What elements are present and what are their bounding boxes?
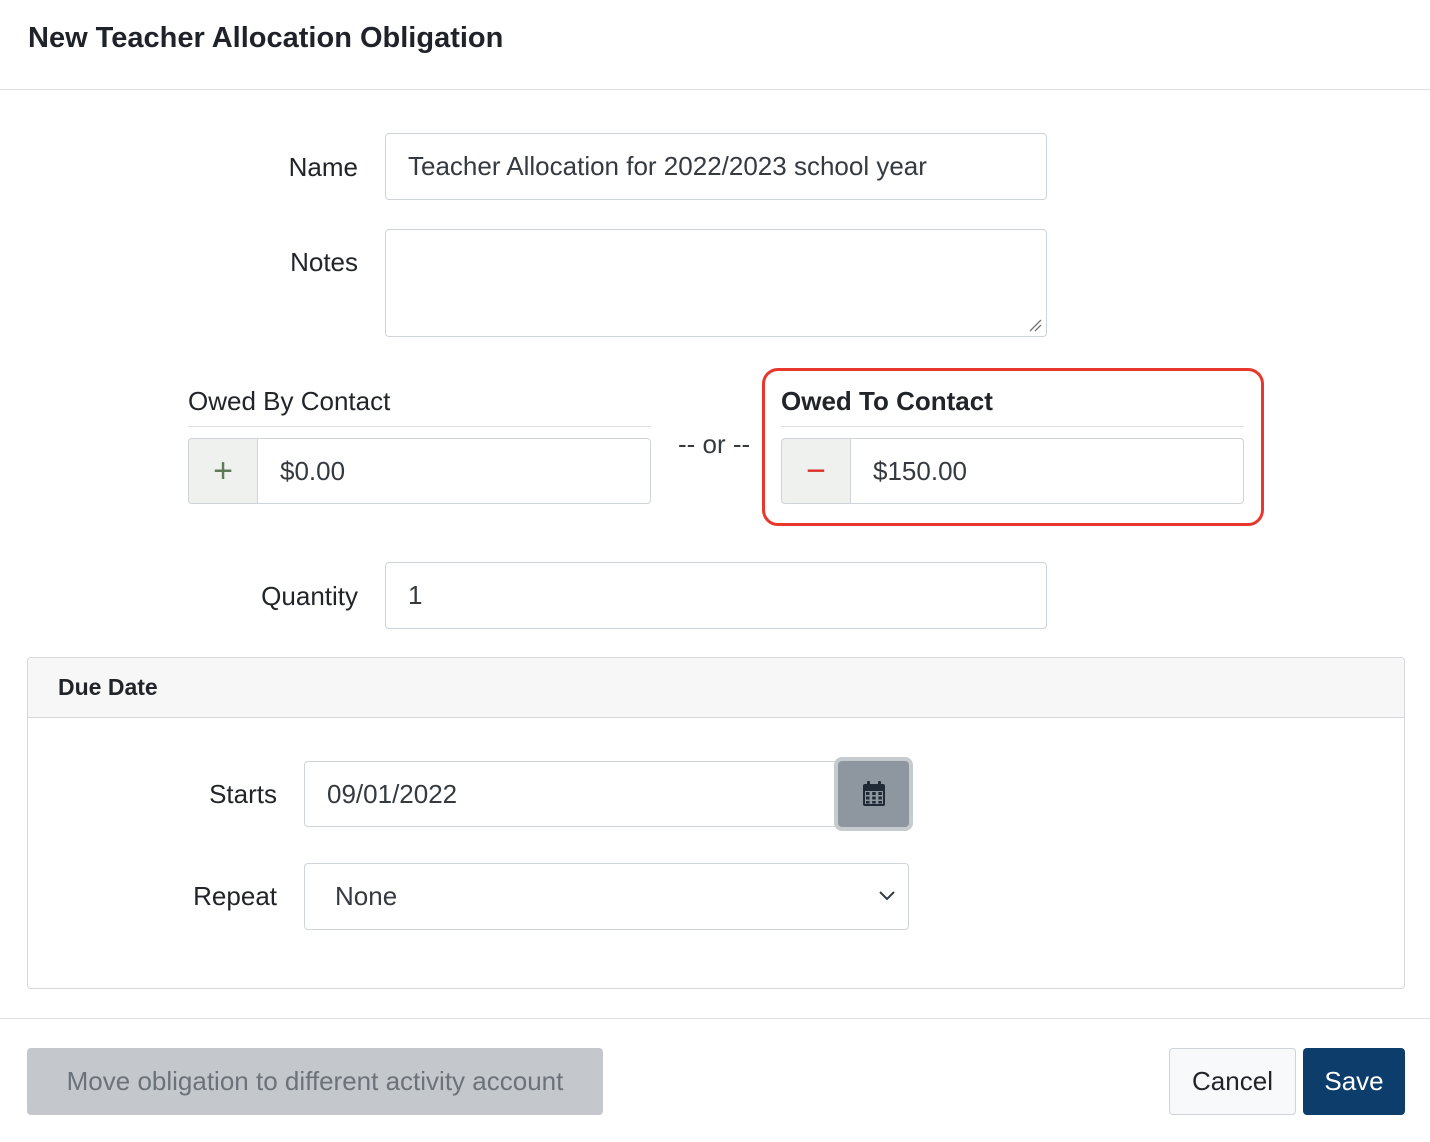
notes-textarea[interactable] [385,229,1047,337]
quantity-label: Quantity [261,581,358,611]
starts-date-input[interactable]: 09/01/2022 [304,761,838,827]
due-date-header: Due Date [28,658,1404,718]
resize-handle-icon[interactable] [1028,318,1042,332]
save-button[interactable]: Save [1303,1048,1405,1115]
owed-to-divider [781,426,1244,427]
repeat-label: Repeat [193,881,277,911]
owed-by-divider [188,426,651,427]
owed-by-amount-input[interactable]: $0.00 [257,438,651,504]
owed-to-contact-label: Owed To Contact [781,386,993,416]
move-obligation-button[interactable]: Move obligation to different activity ac… [27,1048,603,1115]
minus-icon: − [781,438,850,504]
chevron-down-icon [879,891,895,901]
cancel-button[interactable]: Cancel [1169,1048,1296,1115]
header-divider [0,89,1430,90]
owed-by-contact-label: Owed By Contact [188,386,391,416]
name-label: Name [288,152,358,182]
calendar-button[interactable] [838,761,909,827]
or-separator: -- or -- [678,429,751,459]
owed-to-amount-input[interactable]: $150.00 [850,438,1244,504]
plus-icon: + [188,438,257,504]
starts-label: Starts [209,779,277,809]
dialog-title: New Teacher Allocation Obligation [28,22,504,54]
notes-label: Notes [290,247,358,277]
name-input[interactable]: Teacher Allocation for 2022/2023 school … [385,133,1047,200]
footer-divider [0,1018,1430,1019]
repeat-select[interactable]: None [304,863,909,930]
calendar-icon [862,781,885,806]
quantity-input[interactable]: 1 [385,562,1047,629]
repeat-selected-value: None [335,881,398,911]
